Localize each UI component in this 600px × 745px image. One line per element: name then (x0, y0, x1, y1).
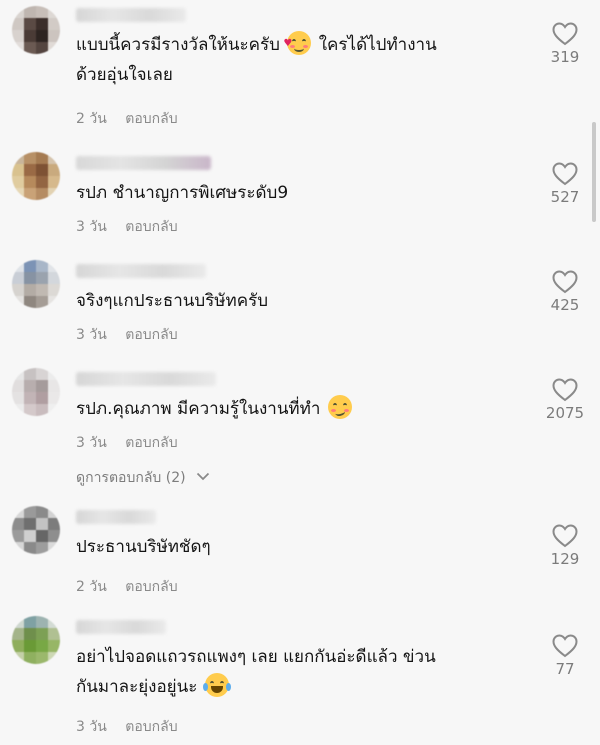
smiling-face-with-hearts-icon: ♥ (283, 31, 312, 55)
comment-time: 3 วัน (76, 435, 107, 451)
username[interactable] (76, 620, 166, 634)
comment-text: รปภ.คุณภาพ มีความรู้ในงานที่ทำ (76, 394, 516, 424)
username[interactable] (76, 8, 186, 22)
comment-time: 3 วัน (76, 219, 107, 235)
like-button[interactable]: 425 (540, 270, 590, 314)
like-button[interactable]: 129 (540, 524, 590, 568)
comment-meta: 3 วัน ตอบกลับ (76, 716, 178, 738)
like-count: 319 (550, 48, 580, 66)
reply-button[interactable]: ตอบกลับ (125, 719, 177, 735)
comment-text: รปภ ชำนาญการพิเศษระดับ9 (76, 183, 289, 203)
like-button[interactable]: 527 (540, 162, 590, 206)
heart-outline-icon (552, 162, 578, 186)
comment-text: แบบนี้ควรมีรางวัลให้นะครับ ♥ ใครได้ไปทำง… (76, 30, 516, 90)
reply-button[interactable]: ตอบกลับ (125, 219, 177, 235)
like-button[interactable]: 77 (540, 634, 590, 678)
reply-button[interactable]: ตอบกลับ (125, 435, 177, 451)
comment-time: 3 วัน (76, 719, 107, 735)
comment-time: 2 วัน (76, 111, 107, 127)
smirking-face-icon (327, 395, 352, 419)
reply-button[interactable]: ตอบกลับ (125, 111, 177, 127)
chevron-down-icon (196, 469, 210, 485)
comment-meta: 2 วัน ตอบกลับ (76, 108, 178, 130)
like-button[interactable]: 319 (540, 22, 590, 66)
comment-meta: 3 วัน ตอบกลับ (76, 324, 178, 346)
reply-button[interactable]: ตอบกลับ (125, 579, 177, 595)
avatar[interactable] (12, 616, 60, 664)
username[interactable] (76, 372, 216, 386)
avatar[interactable] (12, 6, 60, 54)
heart-outline-icon (552, 524, 578, 548)
avatar[interactable] (12, 506, 60, 554)
like-count: 2075 (545, 404, 585, 422)
comment-text: ประธานบริษัทชัดๆ (76, 537, 211, 557)
comment-meta: 2 วัน ตอบกลับ (76, 576, 178, 598)
reply-button[interactable]: ตอบกลับ (125, 327, 177, 343)
scrollbar[interactable] (592, 122, 596, 222)
comment-meta: 3 วัน ตอบกลับ (76, 216, 178, 238)
avatar[interactable] (12, 152, 60, 200)
avatar[interactable] (12, 368, 60, 416)
username[interactable] (76, 156, 211, 170)
view-replies-button[interactable]: ดูการตอบกลับ (2) (76, 467, 210, 489)
username[interactable] (76, 510, 156, 524)
face-with-tears-of-joy-icon (202, 673, 231, 697)
like-count: 77 (555, 660, 575, 678)
heart-outline-icon (552, 378, 578, 402)
comment-time: 2 วัน (76, 579, 107, 595)
heart-outline-icon (552, 270, 578, 294)
comment-text: จริงๆแกประธานบริษัทครับ (76, 291, 268, 311)
like-button[interactable]: 2075 (540, 378, 590, 422)
like-count: 129 (550, 550, 580, 568)
username[interactable] (76, 264, 206, 278)
avatar[interactable] (12, 260, 60, 308)
comment-meta: 3 วัน ตอบกลับ (76, 432, 178, 454)
like-count: 527 (550, 188, 580, 206)
heart-outline-icon (552, 22, 578, 46)
like-count: 425 (550, 296, 580, 314)
view-replies-label: ดูการตอบกลับ (2) (76, 470, 186, 486)
heart-outline-icon (552, 634, 578, 658)
comment-text: อย่าไปจอดแถวรถแพงๆ เลย แยกกันอ่ะดีแล้ว ข… (76, 647, 436, 697)
comment-time: 3 วัน (76, 327, 107, 343)
